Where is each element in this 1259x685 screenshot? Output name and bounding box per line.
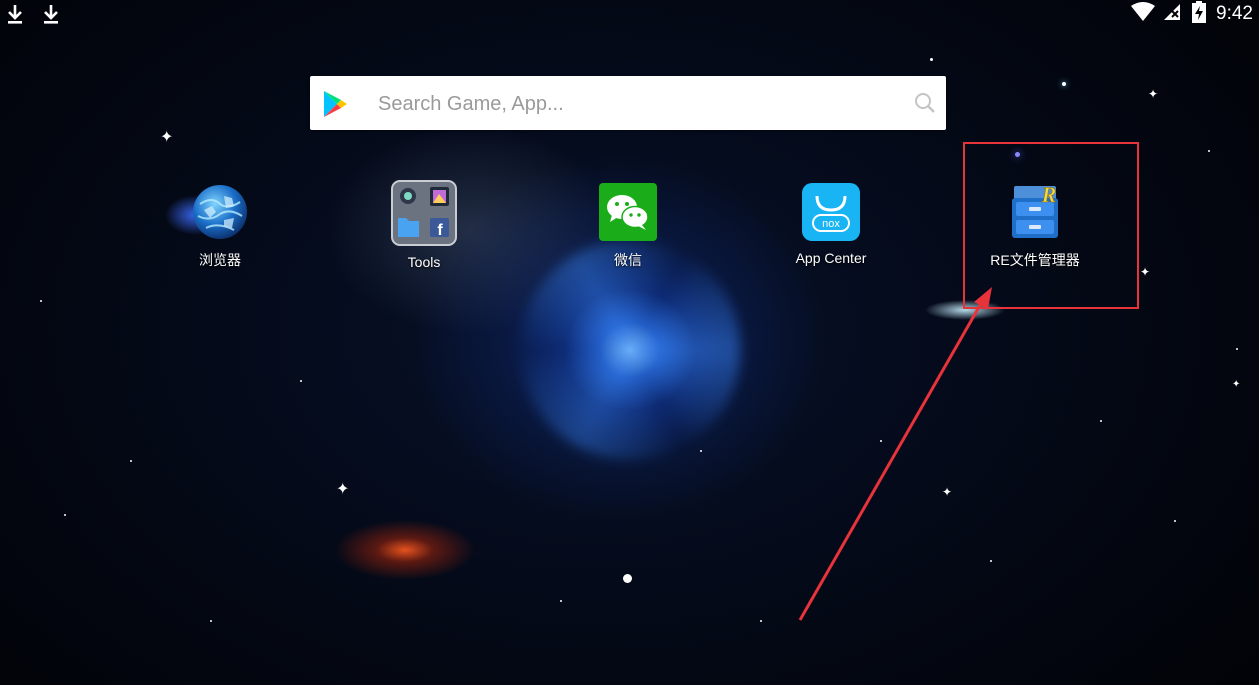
page-indicator-dot[interactable] [623, 574, 632, 583]
